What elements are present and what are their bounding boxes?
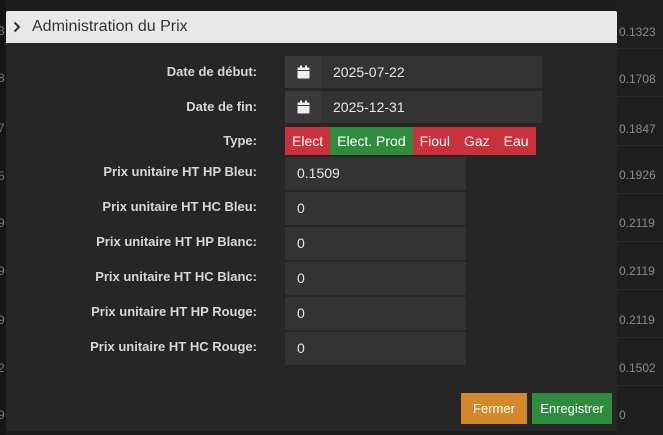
price-input-hp-rouge[interactable]: 0 xyxy=(285,297,466,330)
background-value: 0.2119 xyxy=(619,264,655,278)
price-input-hc-blanc[interactable]: 0 xyxy=(285,262,466,295)
background-cell: 7 xyxy=(0,121,5,135)
background-cell: 5 xyxy=(0,169,5,183)
type-row: Type: Elect Elect. Prod Fioul Gaz Eau xyxy=(6,123,617,155)
price-label-hp-blanc: Prix unitaire HT HP Blanc: xyxy=(96,234,257,249)
divider xyxy=(617,241,663,242)
calendar-icon[interactable] xyxy=(285,56,321,88)
divider xyxy=(617,96,663,97)
background-value: 0.1926 xyxy=(619,168,656,182)
divider xyxy=(617,145,663,146)
background-cell: 9 xyxy=(0,264,5,278)
modal-header: Administration du Prix xyxy=(6,11,617,43)
background-cell: 3 xyxy=(0,24,5,38)
date-debut-label: Date de début: xyxy=(166,64,257,79)
type-option-gaz[interactable]: Gaz xyxy=(456,127,497,155)
background-cell: 8 xyxy=(0,71,5,85)
save-button[interactable]: Enregistrer xyxy=(532,393,612,424)
background-value: 0.2119 xyxy=(619,313,655,327)
type-label: Type: xyxy=(223,133,257,148)
price-row-hp-bleu: Prix unitaire HT HP Bleu: 0.1509 xyxy=(6,156,617,190)
date-debut-input[interactable]: 2025-07-22 xyxy=(321,56,542,88)
price-input-hc-bleu[interactable]: 0 xyxy=(285,192,466,225)
date-fin-picker: 2025-12-31 xyxy=(285,91,542,123)
divider xyxy=(617,48,663,49)
background-value: 0.1847 xyxy=(619,122,656,136)
calendar-icon[interactable] xyxy=(285,91,321,123)
price-admin-modal: Administration du Prix Date de début: 20… xyxy=(6,11,617,431)
close-button[interactable]: Fermer xyxy=(461,393,527,424)
background-value: 0.1708 xyxy=(619,72,656,86)
price-label-hc-rouge: Prix unitaire HT HC Rouge: xyxy=(90,339,257,354)
price-label-hp-rouge: Prix unitaire HT HP Rouge: xyxy=(91,304,257,319)
price-input-hc-rouge[interactable]: 0 xyxy=(285,332,466,365)
date-fin-label: Date de fin: xyxy=(186,99,257,114)
type-option-elect-prod[interactable]: Elect. Prod xyxy=(330,127,413,155)
background-value: 0.1323 xyxy=(619,25,656,39)
price-row-hp-rouge: Prix unitaire HT HP Rouge: 0 xyxy=(6,296,617,330)
modal-title: Administration du Prix xyxy=(32,18,188,35)
date-debut-picker: 2025-07-22 xyxy=(285,56,542,88)
divider xyxy=(617,289,663,290)
date-debut-row: Date de début: 2025-07-22 xyxy=(6,56,617,88)
price-label-hp-bleu: Prix unitaire HT HP Bleu: xyxy=(103,164,257,179)
price-row-hc-bleu: Prix unitaire HT HC Bleu: 0 xyxy=(6,191,617,225)
price-row-hc-rouge: Prix unitaire HT HC Rouge: 0 xyxy=(6,331,617,365)
price-input-hp-blanc[interactable]: 0 xyxy=(285,227,466,260)
background-value: 0.2119 xyxy=(619,216,655,230)
price-label-hc-bleu: Prix unitaire HT HC Bleu: xyxy=(102,199,257,214)
divider xyxy=(617,337,663,338)
background-cell: 2 xyxy=(0,361,5,375)
divider xyxy=(617,193,663,194)
type-option-fioul[interactable]: Fioul xyxy=(412,127,457,155)
date-fin-row: Date de fin: 2025-12-31 xyxy=(6,91,617,123)
background-value: 0 xyxy=(619,408,626,422)
date-fin-input[interactable]: 2025-12-31 xyxy=(321,91,542,123)
background-cell: 9 xyxy=(0,313,5,327)
background-cell: 9 xyxy=(0,216,5,230)
background-table-right-edge: 0.1323 0.1708 0.1847 0.1926 0.2119 0.211… xyxy=(617,0,663,435)
price-row-hc-blanc: Prix unitaire HT HC Blanc: 0 xyxy=(6,261,617,295)
type-selector: Elect Elect. Prod Fioul Gaz Eau xyxy=(285,127,536,155)
price-row-hp-blanc: Prix unitaire HT HP Blanc: 0 xyxy=(6,226,617,260)
type-option-eau[interactable]: Eau xyxy=(496,127,536,155)
type-option-elect[interactable]: Elect xyxy=(285,127,331,155)
price-label-hc-blanc: Prix unitaire HT HC Blanc: xyxy=(95,269,257,284)
divider xyxy=(617,385,663,386)
chevron-right-icon[interactable] xyxy=(13,21,23,33)
background-value: 0.1502 xyxy=(619,361,656,375)
background-cell: 9 xyxy=(0,408,5,422)
price-input-hp-bleu[interactable]: 0.1509 xyxy=(285,157,466,190)
